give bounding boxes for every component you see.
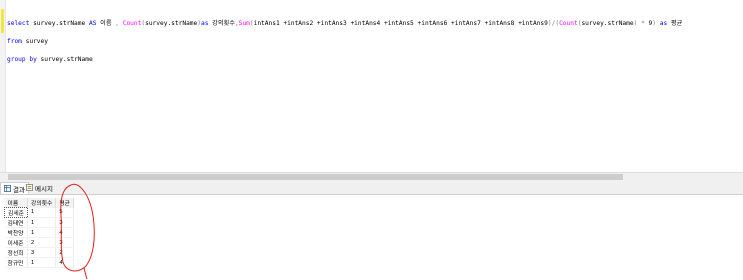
grid-cell[interactable]: 3 (55, 217, 75, 228)
change-marker (1, 9, 4, 33)
column-header[interactable]: 이름 (4, 198, 28, 208)
code-line-3: group by survey.strName (7, 56, 93, 63)
grid-cell[interactable]: 3 (55, 237, 75, 248)
horizontal-scrollbar[interactable] (0, 172, 743, 181)
table-row[interactable]: 박찬양 1 4 (4, 227, 75, 238)
grid-cell[interactable]: 박찬양 (4, 227, 28, 238)
grid-cell[interactable]: 정선희 (4, 247, 28, 258)
results-grid[interactable]: 이름 강의횟수 평균 김세준 1 5 김태연 1 3 박찬양 1 4 이세준 2… (4, 198, 75, 268)
scrollbar-thumb[interactable] (8, 174, 623, 180)
tab-messages[interactable]: 메시지 (23, 182, 56, 193)
grid-icon (4, 185, 11, 192)
grid-cell[interactable]: 4 (55, 227, 75, 238)
results-tab-strip: 결과 메시지 (0, 181, 743, 195)
tab-messages-label: 메시지 (35, 185, 53, 193)
grid-cell[interactable]: 1 (27, 217, 57, 228)
grid-cell[interactable]: 2 (27, 237, 57, 248)
results-grid-pane[interactable]: 이름 강의횟수 평균 김세준 1 5 김태연 1 3 박찬양 1 4 이세준 2… (0, 195, 743, 280)
grid-cell[interactable]: 김세준 (4, 207, 28, 218)
grid-cell[interactable]: 1 (27, 257, 57, 268)
sql-code[interactable]: select survey.strName AS 이름 , Count(surv… (7, 10, 682, 82)
message-icon (26, 184, 33, 191)
editor-gutter (0, 0, 6, 172)
code-line-1: select survey.strName AS 이름 , Count(surv… (7, 20, 683, 27)
table-row[interactable]: 정선희 3 2 (4, 247, 75, 258)
grid-cell[interactable]: 1 (27, 227, 57, 238)
grid-cell[interactable]: 함규민 (4, 257, 28, 268)
table-row[interactable]: 이세준 2 3 (4, 237, 75, 248)
grid-cell[interactable]: 김태연 (4, 217, 28, 228)
table-row[interactable]: 김태연 1 3 (4, 217, 75, 228)
grid-cell[interactable]: 3 (27, 247, 57, 258)
column-header[interactable]: 평균 (55, 198, 75, 208)
grid-header-row: 이름 강의횟수 평균 (4, 198, 75, 208)
code-line-2: from survey (7, 38, 48, 45)
query-editor[interactable]: select survey.strName AS 이름 , Count(surv… (0, 0, 743, 172)
grid-cell[interactable]: 5 (55, 207, 75, 218)
table-row[interactable]: 김세준 1 5 (4, 207, 75, 218)
grid-cell[interactable]: 2 (55, 247, 75, 258)
grid-cell[interactable]: 4 (55, 257, 75, 268)
grid-cell[interactable]: 1 (27, 207, 57, 218)
grid-cell[interactable]: 이세준 (4, 237, 28, 248)
column-header[interactable]: 강의횟수 (27, 198, 57, 208)
table-row[interactable]: 함규민 1 4 (4, 257, 75, 268)
